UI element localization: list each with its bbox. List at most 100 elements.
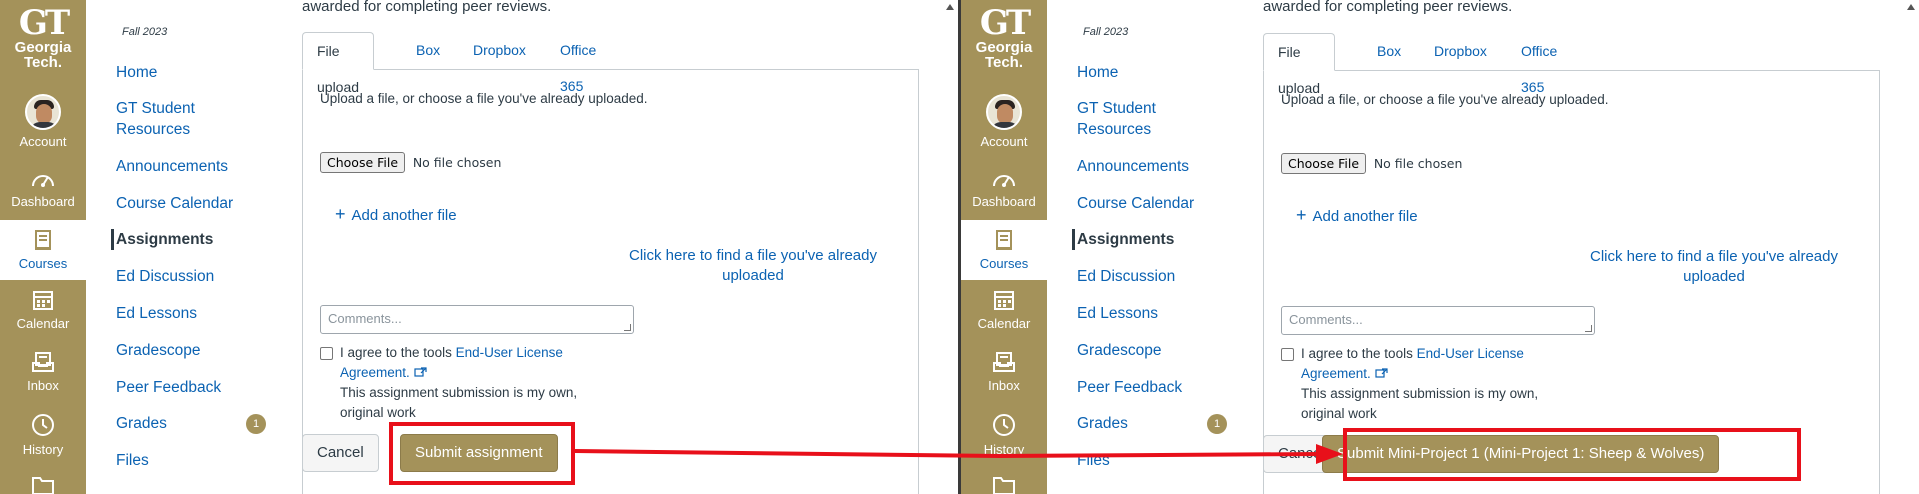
georgia-tech-logo[interactable]: GT Georgia Tech. xyxy=(961,6,1047,70)
choose-file-button[interactable]: Choose File xyxy=(320,152,406,173)
course-nav-announcements[interactable]: Announcements xyxy=(116,156,281,177)
course-nav-course-calendar[interactable]: Course Calendar xyxy=(1077,193,1242,214)
nav-inbox-label: Inbox xyxy=(27,378,59,393)
gt-monogram: GT xyxy=(979,3,1031,43)
comments-placeholder: Comments... xyxy=(328,311,402,326)
global-nav: GT Georgia Tech. Account Dashboard Cours… xyxy=(961,0,1047,494)
avatar xyxy=(25,94,61,130)
dashboard-icon xyxy=(993,175,1015,187)
nav-account[interactable]: Account xyxy=(0,94,86,149)
choose-file-button[interactable]: Choose File xyxy=(1281,153,1367,174)
course-nav-assignments[interactable]: Assignments xyxy=(111,229,276,250)
nav-folder[interactable] xyxy=(961,474,1047,494)
nav-inbox[interactable]: Inbox xyxy=(961,350,1047,393)
agree-prefix: I agree to the tools xyxy=(1301,346,1413,361)
course-nav-ed-discussion[interactable]: Ed Discussion xyxy=(1077,266,1242,287)
course-nav-peer-feedback[interactable]: Peer Feedback xyxy=(116,377,281,398)
tab-office-365[interactable]: Office 365 xyxy=(560,32,596,94)
scroll-up-icon[interactable] xyxy=(946,4,954,10)
tab-dropbox[interactable]: Dropbox xyxy=(1434,33,1487,71)
agree-checkbox[interactable] xyxy=(320,347,333,360)
no-file-chosen-text: No file chosen xyxy=(412,155,502,170)
nav-dashboard[interactable]: Dashboard xyxy=(0,168,86,209)
course-nav-files[interactable]: Files xyxy=(1077,450,1242,471)
course-nav-files[interactable]: Files xyxy=(116,450,281,471)
tab-box[interactable]: Box xyxy=(416,32,440,70)
nav-account[interactable]: Account xyxy=(961,94,1047,149)
find-uploaded-file-link[interactable]: Click here to find a file you've already… xyxy=(1564,247,1864,287)
term-label: Fall 2023 xyxy=(1083,26,1129,38)
nav-courses[interactable]: Courses xyxy=(0,220,86,280)
nav-history[interactable]: History xyxy=(961,412,1047,457)
right-screenshot-pane: GT Georgia Tech. Account Dashboard Cours… xyxy=(961,0,1919,494)
nav-folder[interactable] xyxy=(0,474,86,494)
dashboard-icon xyxy=(32,175,54,187)
course-nav-assignments[interactable]: Assignments xyxy=(1072,229,1237,250)
comments-textarea[interactable]: Comments... xyxy=(320,305,634,334)
resize-grip-icon[interactable] xyxy=(624,324,631,331)
calendar-icon xyxy=(33,291,53,310)
comments-placeholder: Comments... xyxy=(1289,312,1363,327)
submission-area: awarded for completing peer reviews. Fil… xyxy=(1247,0,1919,494)
tab-dropbox[interactable]: Dropbox xyxy=(473,32,526,70)
folder-icon xyxy=(32,477,54,494)
scroll-up-icon[interactable] xyxy=(1907,4,1915,10)
gt-monogram: GT xyxy=(18,3,70,43)
nav-dashboard[interactable]: Dashboard xyxy=(961,168,1047,209)
course-nav-peer-feedback[interactable]: Peer Feedback xyxy=(1077,377,1242,398)
submission-area: awarded for completing peer reviews. Fil… xyxy=(286,0,958,494)
course-nav-student-resources[interactable]: GT Student Resources xyxy=(1077,98,1197,140)
history-icon xyxy=(993,414,1015,436)
tab-file-upload[interactable]: File upload xyxy=(302,32,375,95)
course-nav: Fall 2023 Home GT Student Resources Anno… xyxy=(86,0,286,494)
file-input[interactable]: Choose File No file chosen xyxy=(1281,153,1462,174)
avatar xyxy=(986,94,1022,130)
course-nav-ed-discussion[interactable]: Ed Discussion xyxy=(116,266,281,287)
nav-inbox-label: Inbox xyxy=(988,378,1020,393)
nav-dashboard-label: Dashboard xyxy=(11,194,75,209)
georgia-tech-logo[interactable]: GT Georgia Tech. xyxy=(0,6,86,70)
inbox-icon xyxy=(32,352,54,372)
course-nav-ed-lessons[interactable]: Ed Lessons xyxy=(116,303,281,324)
nav-history[interactable]: History xyxy=(0,412,86,457)
find-uploaded-file-link[interactable]: Click here to find a file you've already… xyxy=(603,246,903,286)
course-nav-home[interactable]: Home xyxy=(116,62,281,83)
cancel-button[interactable]: Cancel xyxy=(302,434,379,472)
nav-courses-label: Courses xyxy=(979,256,1029,271)
nav-courses[interactable]: Courses xyxy=(961,220,1047,280)
nav-account-label: Account xyxy=(19,134,67,149)
course-nav-announcements[interactable]: Announcements xyxy=(1077,156,1242,177)
nav-account-label: Account xyxy=(980,134,1028,149)
course-nav-student-resources[interactable]: GT Student Resources xyxy=(116,98,236,140)
add-another-file-link[interactable]: + Add another file xyxy=(1296,205,1418,226)
eula-agreement: I agree to the tools End-User License Ag… xyxy=(320,343,610,423)
file-input[interactable]: Choose File No file chosen xyxy=(320,152,501,173)
grades-count-badge: 1 xyxy=(1207,414,1227,434)
tab-file-upload[interactable]: File upload xyxy=(1263,33,1336,96)
external-link-icon xyxy=(1374,368,1388,378)
course-nav-home[interactable]: Home xyxy=(1077,62,1242,83)
course-nav: Fall 2023 Home GT Student Resources Anno… xyxy=(1047,0,1247,494)
resize-grip-icon[interactable] xyxy=(1585,325,1592,332)
agree-checkbox[interactable] xyxy=(1281,348,1294,361)
logo-word-1: Georgia xyxy=(14,39,72,56)
course-nav-gradescope[interactable]: Gradescope xyxy=(1077,340,1242,361)
courses-icon xyxy=(996,230,1012,250)
external-link-icon xyxy=(413,367,427,377)
global-nav: GT Georgia Tech. Account Dashboard Cours… xyxy=(0,0,86,494)
nav-calendar[interactable]: Calendar xyxy=(0,288,86,331)
plus-icon: + xyxy=(335,204,346,224)
course-nav-ed-lessons[interactable]: Ed Lessons xyxy=(1077,303,1242,324)
nav-calendar[interactable]: Calendar xyxy=(961,288,1047,331)
logo-word-2: Tech. xyxy=(984,54,1024,71)
eula-agreement: I agree to the tools End-User License Ag… xyxy=(1281,344,1571,424)
nav-history-label: History xyxy=(22,442,64,457)
tab-office-365[interactable]: Office 365 xyxy=(1521,33,1557,95)
course-nav-course-calendar[interactable]: Course Calendar xyxy=(116,193,281,214)
comments-textarea[interactable]: Comments... xyxy=(1281,306,1595,335)
nav-inbox[interactable]: Inbox xyxy=(0,350,86,393)
course-nav-gradescope[interactable]: Gradescope xyxy=(116,340,281,361)
add-another-file-link[interactable]: + Add another file xyxy=(335,204,457,225)
nav-calendar-label: Calendar xyxy=(16,316,70,331)
tab-box[interactable]: Box xyxy=(1377,33,1401,71)
